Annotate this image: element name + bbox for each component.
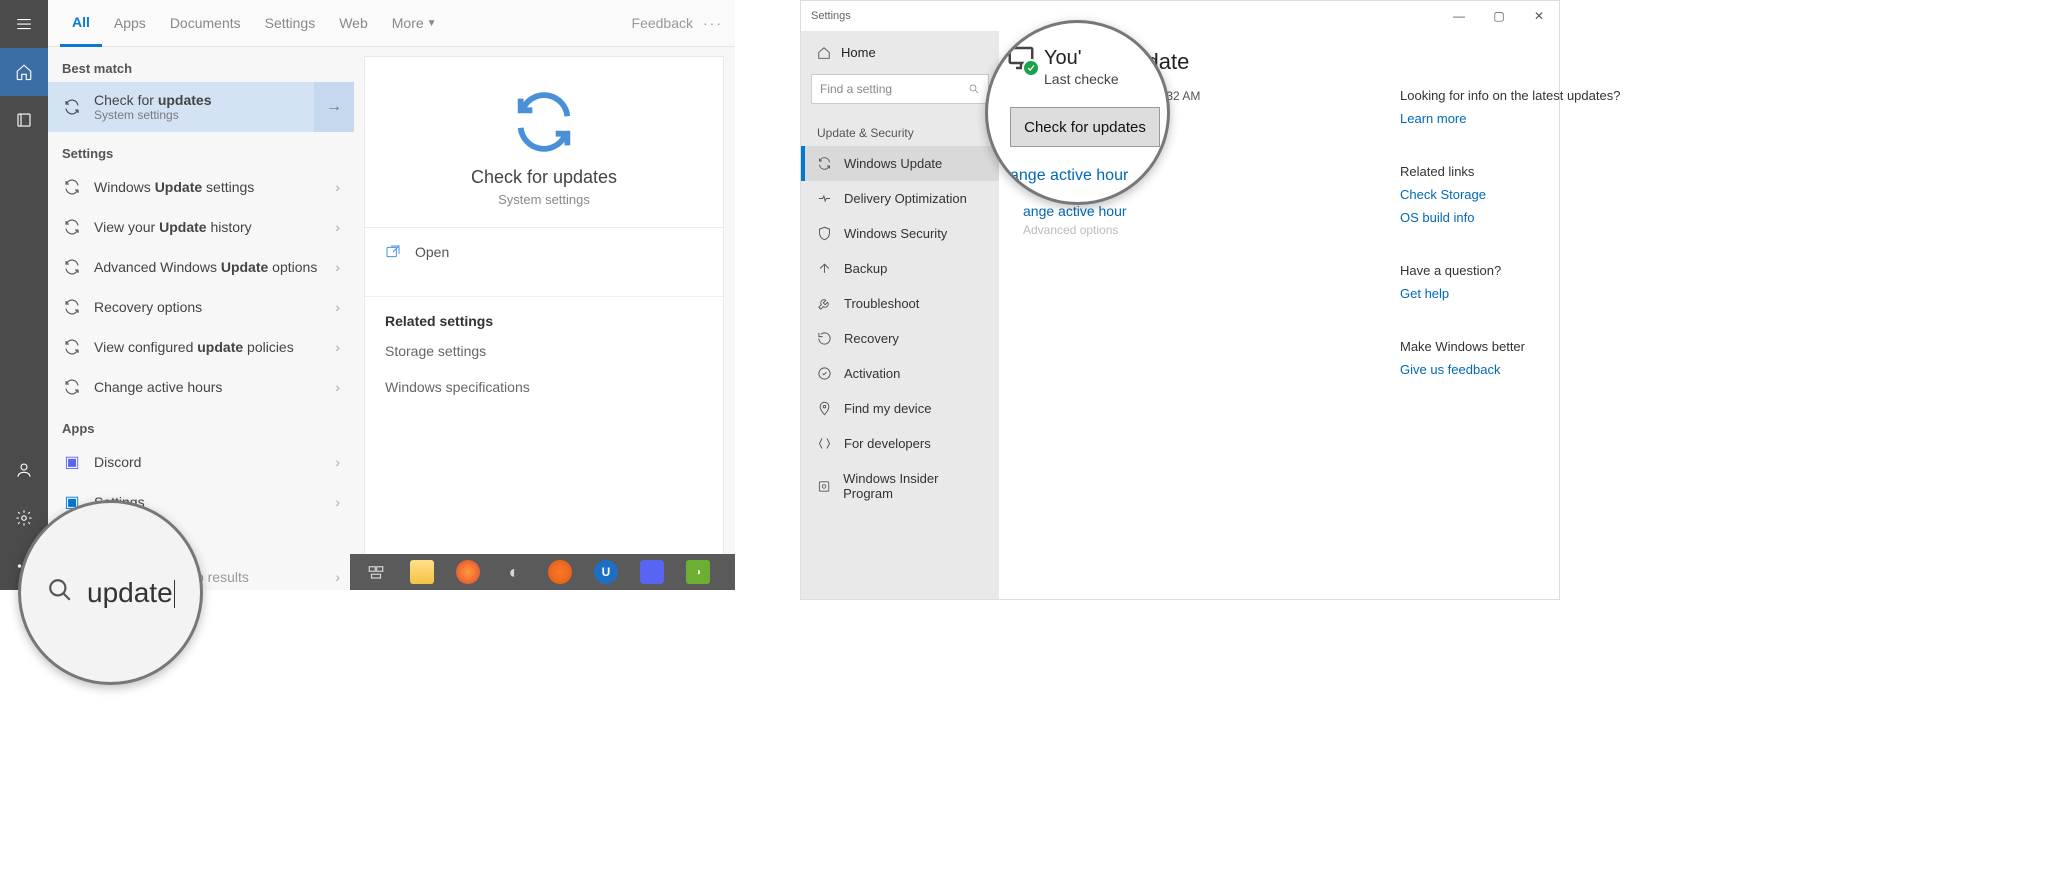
chevron-right-icon: › (335, 219, 340, 235)
sync-icon (365, 57, 723, 167)
sidebar-item-insider[interactable]: Windows Insider Program (801, 461, 999, 511)
sync-icon (62, 377, 82, 397)
sidebar-item-troubleshoot[interactable]: Troubleshoot (801, 286, 999, 321)
maximize-button[interactable]: ▢ (1479, 1, 1519, 31)
preview-pane: Check for updates System settings Open R… (364, 56, 724, 556)
sidebar-item-recovery[interactable]: Recovery (801, 321, 999, 356)
discord-icon[interactable] (640, 560, 664, 584)
icon-rail (0, 0, 48, 590)
sidebar-item-security[interactable]: Windows Security (801, 216, 999, 251)
result-discord[interactable]: ▣ Discord › (48, 442, 354, 482)
feedback-heading: Make Windows better (1400, 339, 1620, 354)
settings-right-column: Looking for info on the latest updates? … (1400, 88, 1620, 415)
taskview-icon[interactable] (364, 560, 388, 584)
sidebar-item-windows-update[interactable]: Windows Update (801, 146, 999, 181)
check-for-updates-button[interactable]: Check for updates (1010, 107, 1160, 147)
section-settings: Settings (48, 132, 354, 167)
check-storage-link[interactable]: Check Storage (1400, 187, 1620, 202)
info-heading: Looking for info on the latest updates? (1400, 88, 1620, 103)
result-recovery-options[interactable]: Recovery options › (48, 287, 354, 327)
sync-icon (62, 257, 82, 277)
related-settings-label: Related settings (365, 297, 723, 333)
firefox-icon[interactable] (456, 560, 480, 584)
home-icon[interactable] (0, 48, 48, 96)
open-icon (385, 244, 401, 260)
sync-icon (62, 97, 82, 117)
sync-icon (62, 177, 82, 197)
sidebar-item-find-device[interactable]: Find my device (801, 391, 999, 426)
steam-icon[interactable]: ◐ (502, 560, 526, 584)
section-apps: Apps (48, 407, 354, 442)
get-help-link[interactable]: Get help (1400, 286, 1620, 301)
sync-icon (62, 297, 82, 317)
tab-apps[interactable]: Apps (102, 0, 158, 47)
nvidia-icon[interactable]: ◑ (686, 560, 710, 584)
status-ok-icon (1006, 43, 1036, 73)
chevron-right-icon: › (335, 379, 340, 395)
tab-web[interactable]: Web (327, 0, 380, 47)
taskbar: ◐ U ◑ (350, 554, 735, 590)
close-button[interactable]: ✕ (1519, 1, 1559, 31)
expand-icon[interactable]: → (314, 82, 354, 132)
chevron-right-icon: › (335, 454, 340, 470)
learn-more-link[interactable]: Learn more (1400, 111, 1620, 126)
settings-search[interactable]: Find a setting (811, 74, 989, 104)
result-text: Check for updates System settings (94, 92, 340, 122)
result-update-policies[interactable]: View configured update policies › (48, 327, 354, 367)
sidebar-category: Update & Security (801, 116, 999, 146)
tab-settings[interactable]: Settings (253, 0, 328, 47)
sidebar-item-developers[interactable]: For developers (801, 426, 999, 461)
settings-sidebar: Home Find a setting Update & Security Wi… (801, 31, 999, 599)
hamburger-icon[interactable] (0, 0, 48, 48)
tab-documents[interactable]: Documents (158, 0, 253, 47)
give-feedback-link[interactable]: Give us feedback (1400, 362, 1620, 377)
related-winspec[interactable]: Windows specifications (365, 369, 723, 405)
chevron-right-icon: › (335, 259, 340, 275)
result-update-history[interactable]: View your Update history › (48, 207, 354, 247)
chevron-right-icon: › (335, 339, 340, 355)
tab-more[interactable]: More▼ (380, 0, 449, 47)
search-icon (47, 577, 73, 608)
feedback-link[interactable]: Feedback (632, 15, 693, 31)
uplay-icon[interactable]: U (594, 560, 618, 584)
result-windows-update-settings[interactable]: Windows Update settings › (48, 167, 354, 207)
section-best-match: Best match (48, 47, 354, 82)
os-build-link[interactable]: OS build info (1400, 210, 1620, 225)
result-advanced-update[interactable]: Advanced Windows Update options › (48, 247, 354, 287)
sidebar-item-delivery[interactable]: Delivery Optimization (801, 181, 999, 216)
open-action[interactable]: Open (365, 228, 723, 276)
origin-icon[interactable] (548, 560, 572, 584)
minimize-button[interactable]: — (1439, 1, 1479, 31)
status-title: You' (1044, 47, 1082, 70)
status-subtitle: Last checke (1044, 71, 1157, 87)
zoom-search-input: update (18, 500, 203, 685)
zoom-check-updates: You' Last checke Check for updates ange … (985, 20, 1170, 205)
titlebar: Settings — ▢ ✕ (801, 1, 1559, 31)
chevron-right-icon: › (335, 299, 340, 315)
change-active-hours-link[interactable]: ange active hour (1010, 167, 1157, 185)
related-storage[interactable]: Storage settings (365, 333, 723, 369)
person-icon[interactable] (0, 446, 48, 494)
result-active-hours[interactable]: Change active hours › (48, 367, 354, 407)
chevron-right-icon: › (335, 494, 340, 510)
chevron-right-icon: › (335, 569, 340, 585)
sidebar-item-backup[interactable]: Backup (801, 251, 999, 286)
search-query[interactable]: update (87, 577, 175, 609)
explorer-icon[interactable] (410, 560, 434, 584)
recent-icon[interactable] (0, 96, 48, 144)
related-links-heading: Related links (1400, 164, 1620, 179)
app-icon: ▣ (62, 452, 82, 472)
question-heading: Have a question? (1400, 263, 1620, 278)
sync-icon (62, 217, 82, 237)
preview-subtitle: System settings (365, 192, 723, 207)
sidebar-item-activation[interactable]: Activation (801, 356, 999, 391)
sidebar-home[interactable]: Home (801, 31, 999, 74)
preview-title: Check for updates (365, 167, 723, 188)
tab-all[interactable]: All (60, 0, 102, 47)
sync-icon (62, 337, 82, 357)
filter-tabs: All Apps Documents Settings Web More▼ Fe… (48, 0, 735, 47)
overflow-icon[interactable]: ··· (703, 15, 723, 31)
result-check-for-updates[interactable]: Check for updates System settings → (48, 82, 354, 132)
chevron-right-icon: › (335, 179, 340, 195)
